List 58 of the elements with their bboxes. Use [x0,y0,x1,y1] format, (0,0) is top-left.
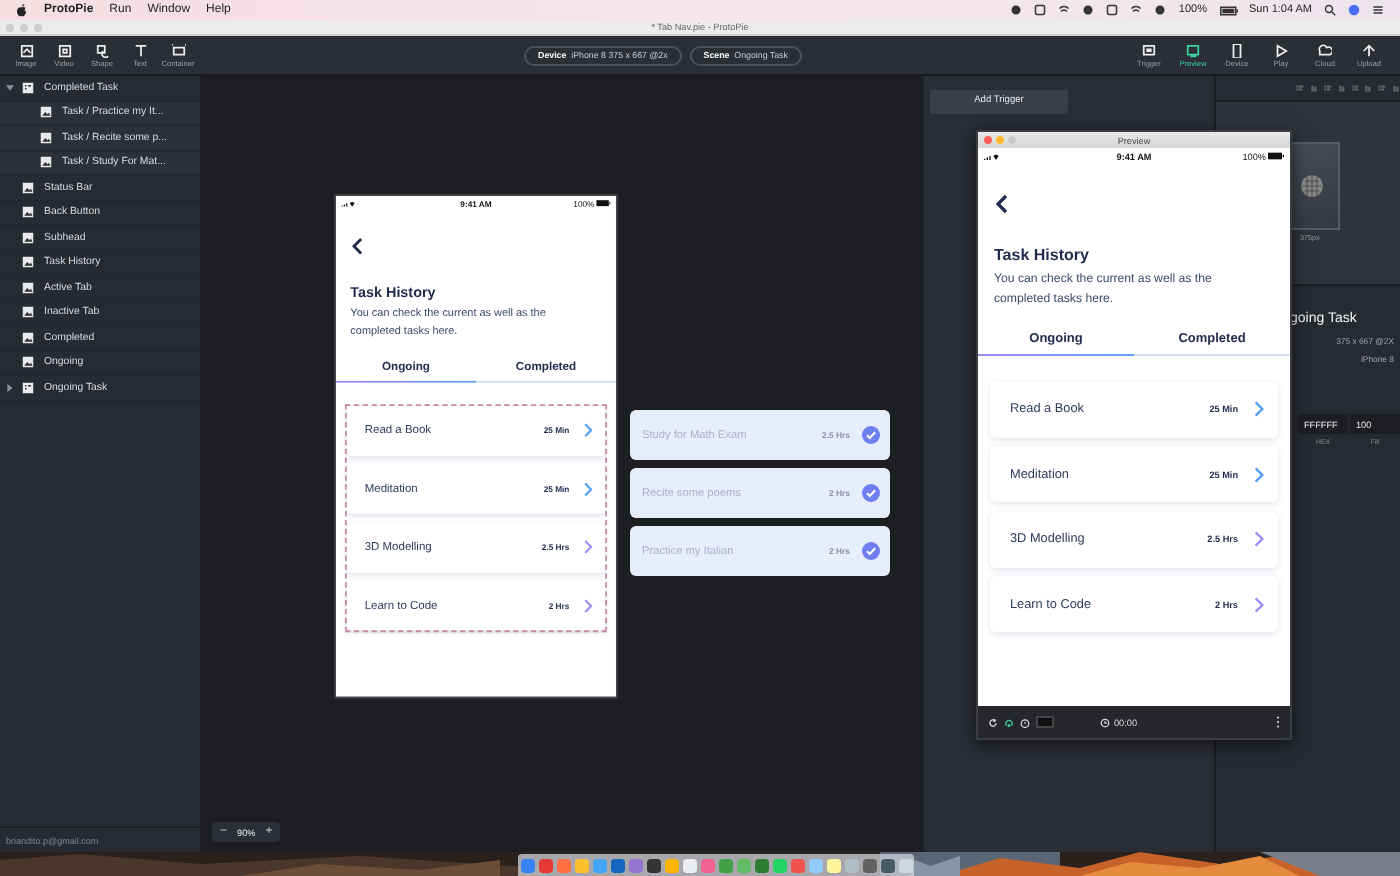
group-icon [22,381,34,394]
pattern-icon [1300,174,1324,198]
signal-icon [984,152,1000,160]
image-icon [22,181,34,194]
status-icon[interactable] [1058,4,1071,16]
container-icon [171,43,185,57]
image-icon [19,43,33,57]
image-icon [22,306,34,319]
battery-icon[interactable] [1219,5,1237,15]
refresh-icon[interactable] [988,717,998,727]
battery-icon [1268,152,1284,160]
group-icon [22,81,34,94]
align-icon[interactable] [1351,82,1359,94]
check-icon [862,484,880,502]
align-icon[interactable] [1296,82,1304,94]
apple-logo-icon[interactable] [16,3,28,17]
video-icon [57,43,71,57]
play-icon [1273,43,1288,57]
shape-icon [95,43,109,57]
text-icon [133,43,147,57]
upload-icon [1361,43,1376,57]
image-icon [22,256,34,269]
caret-icon[interactable] [6,383,14,392]
status-icon[interactable] [1130,4,1143,16]
search-icon[interactable] [1324,4,1336,16]
align-icon[interactable] [1309,82,1318,94]
image-icon [22,206,34,219]
align-icon[interactable] [1364,82,1373,94]
speed-box[interactable] [1036,716,1054,728]
back-icon[interactable] [352,237,363,256]
battery-icon [596,199,611,207]
back-icon[interactable] [996,194,1008,214]
check-icon [862,426,880,444]
menu-icon[interactable] [1372,4,1384,16]
image-icon [22,281,34,294]
check-icon [862,542,880,560]
caret-icon[interactable] [6,83,14,92]
image-icon [40,156,52,169]
signal-icon [341,199,356,207]
monitor-icon [1185,43,1200,57]
align-icon[interactable] [1392,82,1400,94]
screen-title: Task History [994,246,1091,264]
align-icon[interactable] [1323,82,1332,94]
image-icon [22,331,34,344]
phone-icon [1229,43,1244,57]
timer-icon[interactable] [1020,717,1030,727]
close-button[interactable] [984,136,992,144]
image-icon [40,131,52,144]
align-icon[interactable] [1378,82,1387,94]
cloud-icon [1317,43,1332,57]
sync-icon[interactable] [1004,717,1014,727]
status-icon[interactable] [1154,4,1167,16]
clock-icon [1100,717,1110,727]
image-icon [22,356,34,369]
trigger-icon [1141,43,1156,57]
image-icon [22,231,34,244]
align-icon[interactable] [1337,82,1345,94]
image-icon [40,106,52,119]
